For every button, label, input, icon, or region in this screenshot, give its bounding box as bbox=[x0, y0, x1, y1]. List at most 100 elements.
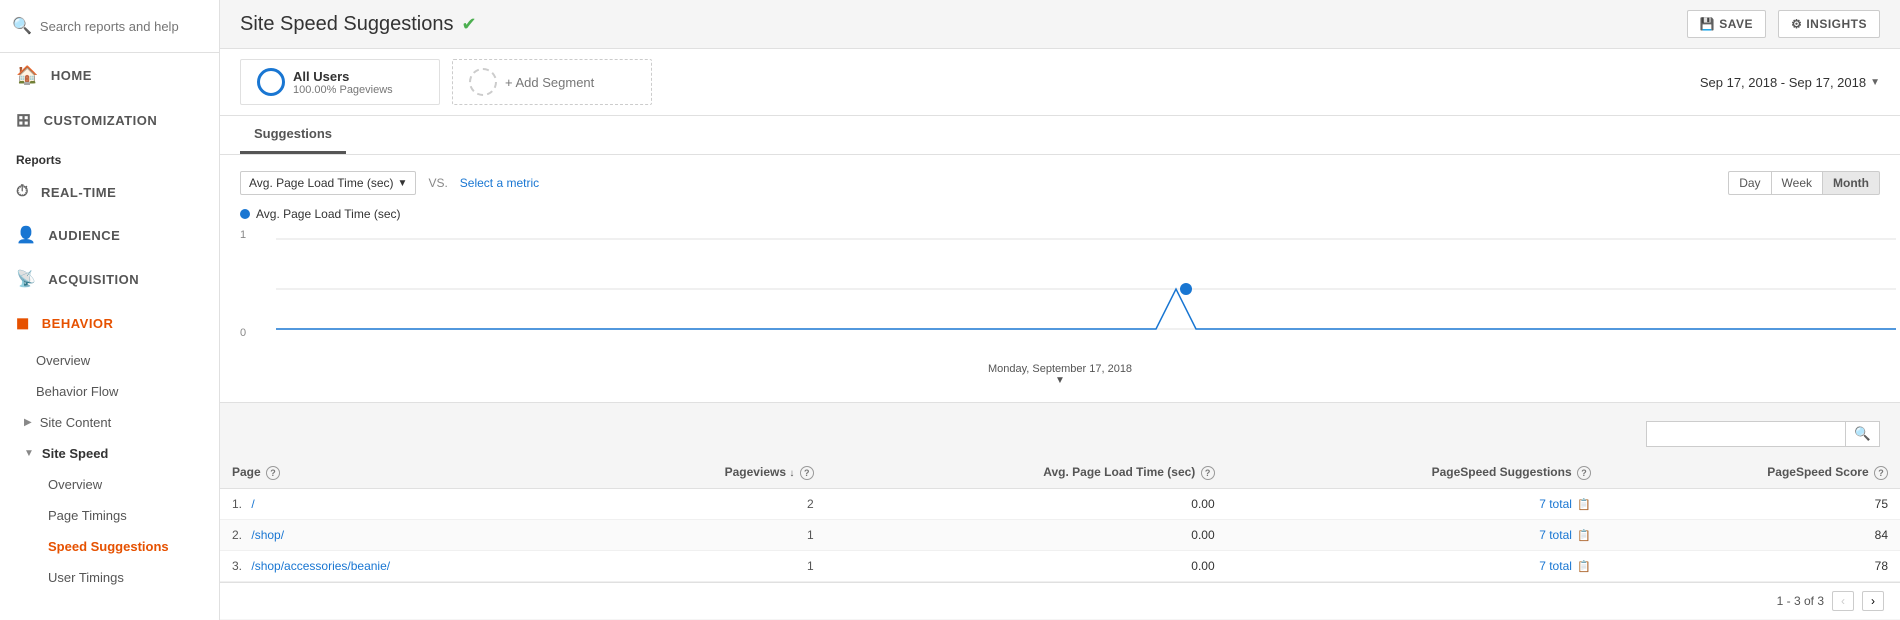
ps-score-help-icon[interactable]: ? bbox=[1874, 466, 1888, 480]
sidebar-item-user-timings[interactable]: User Timings bbox=[0, 562, 219, 593]
main-content: Site Speed Suggestions ✔ 💾 SAVE ⚙ INSIGH… bbox=[220, 0, 1900, 620]
col-ps-suggestions: PageSpeed Suggestions ? bbox=[1227, 457, 1603, 489]
sidebar-item-realtime[interactable]: ⏱ REAL-TIME bbox=[0, 171, 219, 213]
save-button[interactable]: 💾 SAVE bbox=[1687, 10, 1766, 38]
table-search-button[interactable]: 🔍 bbox=[1846, 421, 1880, 447]
sidebar-item-customization[interactable]: ⊞ CUSTOMIZATION bbox=[0, 98, 219, 143]
data-table: Page ? Pageviews ↓ ? Avg. Page Load Time… bbox=[220, 457, 1900, 582]
chart-controls: Avg. Page Load Time (sec) ▼ VS. Select a… bbox=[240, 171, 1880, 195]
avgload-help-icon[interactable]: ? bbox=[1201, 466, 1215, 480]
cell-ps-suggestions-1: 7 total 📋 bbox=[1227, 520, 1603, 551]
sidebar-item-site-speed[interactable]: ▼ Site Speed bbox=[0, 438, 219, 469]
cell-page-1: 2. /shop/ bbox=[220, 520, 594, 551]
segment-circle-icon bbox=[257, 68, 285, 96]
sidebar-item-home[interactable]: 🏠 HOME bbox=[0, 53, 219, 98]
metric-label: Avg. Page Load Time (sec) bbox=[249, 176, 394, 190]
ps-suggestions-help-icon[interactable]: ? bbox=[1577, 466, 1591, 480]
week-button[interactable]: Week bbox=[1772, 171, 1823, 195]
prev-page-button[interactable]: ‹ bbox=[1832, 591, 1854, 611]
day-button[interactable]: Day bbox=[1728, 171, 1771, 195]
pagination: 1 - 3 of 3 ‹ › bbox=[220, 582, 1900, 619]
ps-suggestions-link-2[interactable]: 7 total bbox=[1539, 559, 1572, 573]
page-link-1[interactable]: /shop/ bbox=[251, 528, 284, 542]
cell-pageviews-2: 1 bbox=[594, 551, 826, 582]
select-metric-link[interactable]: Select a metric bbox=[460, 176, 539, 190]
sidebar-item-page-timings[interactable]: Page Timings bbox=[0, 500, 219, 531]
sidebar-item-audience[interactable]: 👤 AUDIENCE bbox=[0, 213, 219, 257]
audience-icon: 👤 bbox=[16, 225, 36, 245]
chart-svg-container: 1 0 bbox=[240, 229, 1880, 359]
cell-avgload-0: 0.00 bbox=[826, 489, 1227, 520]
cell-avgload-1: 0.00 bbox=[826, 520, 1227, 551]
sidebar-item-speed-suggestions[interactable]: Speed Suggestions bbox=[0, 531, 219, 562]
sidebar-item-ss-overview[interactable]: Overview bbox=[0, 469, 219, 500]
site-content-label: Site Content bbox=[40, 415, 112, 430]
time-buttons-group: Day Week Month bbox=[1728, 171, 1880, 195]
chart-datapoint bbox=[1180, 283, 1192, 295]
sidebar-item-behavior[interactable]: ◼ BEHAVIOR bbox=[0, 301, 219, 345]
add-segment-label: + Add Segment bbox=[505, 75, 594, 90]
table-search-bar: 🔍 bbox=[220, 411, 1900, 457]
main-header: Site Speed Suggestions ✔ 💾 SAVE ⚙ INSIGH… bbox=[220, 0, 1900, 49]
row-number-0: 1. bbox=[232, 497, 242, 511]
cell-ps-score-0: 75 bbox=[1603, 489, 1900, 520]
pageviews-sort-icon[interactable]: ↓ bbox=[789, 468, 794, 479]
page-link-2[interactable]: /shop/accessories/beanie/ bbox=[251, 559, 390, 573]
chart-y-top: 1 bbox=[240, 229, 246, 241]
sidebar-item-behavior-flow[interactable]: Behavior Flow bbox=[0, 376, 219, 407]
cell-pageviews-1: 1 bbox=[594, 520, 826, 551]
table-search-input[interactable] bbox=[1646, 421, 1846, 447]
tab-bar: Suggestions bbox=[220, 116, 1900, 155]
ps-suggestions-link-1[interactable]: 7 total bbox=[1539, 528, 1572, 542]
pageviews-help-icon[interactable]: ? bbox=[800, 466, 814, 480]
search-input[interactable] bbox=[40, 19, 207, 34]
next-page-button[interactable]: › bbox=[1862, 591, 1884, 611]
page-link-0[interactable]: / bbox=[251, 497, 254, 511]
customization-icon: ⊞ bbox=[16, 110, 32, 131]
month-button[interactable]: Month bbox=[1823, 171, 1880, 195]
pagination-label: 1 - 3 of 3 bbox=[1777, 594, 1824, 608]
sidebar-item-acquisition[interactable]: 📡 ACQUISITION bbox=[0, 257, 219, 301]
chart-date-arrow-icon: ▼ bbox=[240, 375, 1880, 386]
chart-svg bbox=[256, 229, 1896, 339]
acquisition-icon: 📡 bbox=[16, 269, 36, 289]
segment-info: All Users 100.00% Pageviews bbox=[293, 69, 393, 96]
behavior-icon: ◼ bbox=[16, 313, 30, 333]
realtime-label: REAL-TIME bbox=[41, 185, 116, 200]
sidebar: 🔍 🏠 HOME ⊞ CUSTOMIZATION Reports ⏱ REAL-… bbox=[0, 0, 220, 620]
add-segment-button[interactable]: + Add Segment bbox=[452, 59, 652, 105]
cell-ps-suggestions-2: 7 total 📋 bbox=[1227, 551, 1603, 582]
vs-label: VS. bbox=[428, 176, 447, 190]
cell-page-0: 1. / bbox=[220, 489, 594, 520]
sidebar-item-behavior-overview[interactable]: Overview bbox=[0, 345, 219, 376]
cell-avgload-2: 0.00 bbox=[826, 551, 1227, 582]
user-timings-label: User Timings bbox=[48, 570, 124, 585]
segment-percentage: 100.00% Pageviews bbox=[293, 84, 393, 96]
cell-page-2: 3. /shop/accessories/beanie/ bbox=[220, 551, 594, 582]
behavior-flow-label: Behavior Flow bbox=[36, 384, 118, 399]
page-title: Site Speed Suggestions bbox=[240, 13, 454, 36]
table-row: 2. /shop/ 1 0.00 7 total 📋 84 bbox=[220, 520, 1900, 551]
add-segment-circle-icon bbox=[469, 68, 497, 96]
insights-button[interactable]: ⚙ INSIGHTS bbox=[1778, 10, 1880, 38]
cell-ps-score-2: 78 bbox=[1603, 551, 1900, 582]
chart-date-label: Monday, September 17, 2018 bbox=[240, 363, 1880, 375]
table-header-row: Page ? Pageviews ↓ ? Avg. Page Load Time… bbox=[220, 457, 1900, 489]
all-users-segment[interactable]: All Users 100.00% Pageviews bbox=[240, 59, 440, 105]
legend-label: Avg. Page Load Time (sec) bbox=[256, 207, 401, 221]
external-link-icon-2: 📋 bbox=[1577, 561, 1591, 573]
page-title-area: Site Speed Suggestions ✔ bbox=[240, 13, 477, 36]
page-help-icon[interactable]: ? bbox=[266, 466, 280, 480]
table-row: 1. / 2 0.00 7 total 📋 75 bbox=[220, 489, 1900, 520]
search-icon: 🔍 bbox=[12, 16, 32, 36]
col-avg-load: Avg. Page Load Time (sec) ? bbox=[826, 457, 1227, 489]
tab-suggestions[interactable]: Suggestions bbox=[240, 116, 346, 154]
behavior-overview-label: Overview bbox=[36, 353, 90, 368]
site-speed-label: Site Speed bbox=[42, 446, 108, 461]
reports-label-text: Reports bbox=[16, 153, 61, 167]
ps-suggestions-link-0[interactable]: 7 total bbox=[1539, 497, 1572, 511]
sidebar-item-site-content[interactable]: ▶ Site Content bbox=[0, 407, 219, 438]
metric-dropdown[interactable]: Avg. Page Load Time (sec) ▼ bbox=[240, 171, 416, 195]
date-range-picker[interactable]: Sep 17, 2018 - Sep 17, 2018 ▼ bbox=[1700, 75, 1880, 90]
table-row: 3. /shop/accessories/beanie/ 1 0.00 7 to… bbox=[220, 551, 1900, 582]
